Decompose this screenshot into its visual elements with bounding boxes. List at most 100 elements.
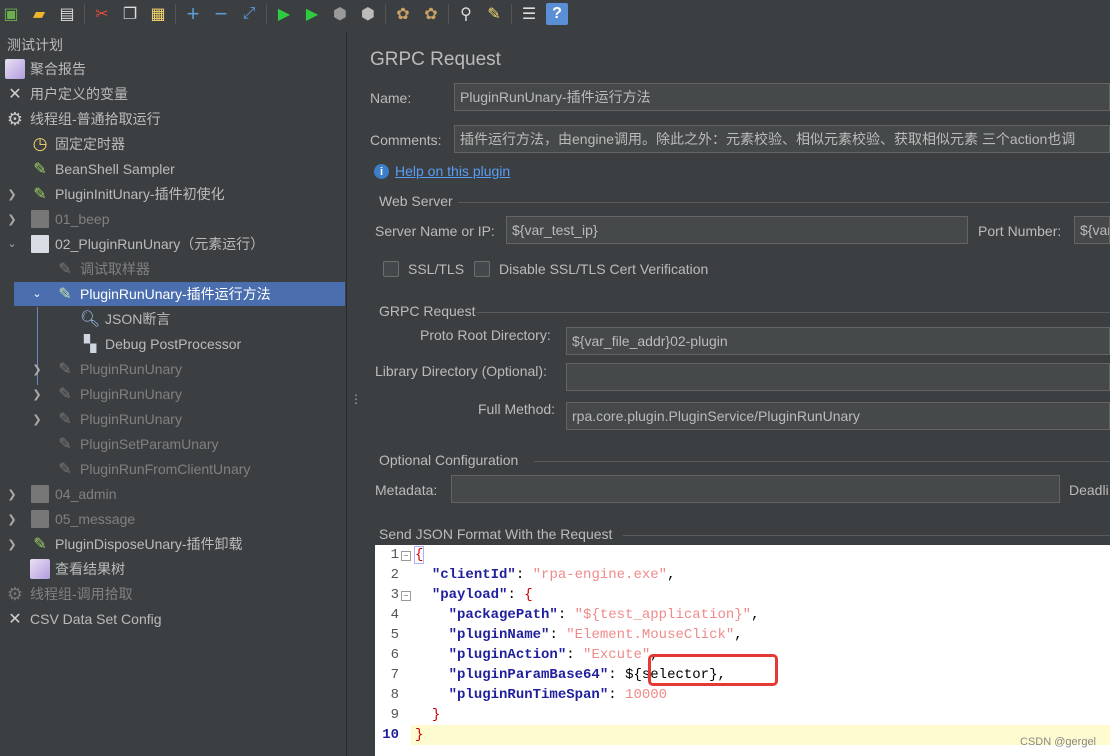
name-field[interactable]: PluginRunUnary-插件运行方法 (454, 83, 1110, 111)
metadata-field[interactable] (451, 475, 1060, 503)
comments-label: Comments: (370, 132, 442, 148)
server-field[interactable]: ${var_test_ip} (506, 216, 968, 244)
tree-node-label: PluginRunUnary-插件运行方法 (80, 286, 271, 302)
expand-arrow-icon[interactable]: ❯ (7, 189, 17, 201)
clear-all-icon[interactable]: ✿ (420, 3, 442, 25)
expand-arrow-icon[interactable]: ❯ (32, 389, 42, 401)
ssl-checkbox[interactable] (383, 261, 399, 277)
tree-node[interactable]: ✎ PluginRunUnary (55, 407, 182, 431)
code-line: "clientId": "rpa-engine.exe", (431, 567, 676, 583)
deadline-label: Deadli (1069, 482, 1109, 498)
save-icon[interactable]: ▤ (56, 3, 78, 25)
expand-arrow-icon[interactable]: ❯ (7, 539, 17, 551)
fold-icon[interactable]: − (401, 551, 411, 561)
json-group-label: Send JSON Format With the Request (379, 526, 613, 542)
tree-node[interactable]: 05_message (30, 507, 135, 531)
tree-node[interactable]: ⚙ 线程组-调用拾取 (5, 582, 133, 606)
tree-node[interactable]: ✕ CSV Data Set Config (5, 607, 161, 631)
tree-node[interactable]: 聚合报告 (5, 57, 86, 81)
start-icon[interactable]: ▶ (273, 3, 295, 25)
sampler-icon: ✎ (58, 286, 72, 303)
page-title: GRPC Request (370, 49, 501, 70)
tree-node[interactable]: ✎ BeanShell Sampler (30, 157, 175, 181)
timer-icon: ◷ (32, 134, 48, 153)
disable-ssl-checkbox[interactable] (474, 261, 490, 277)
tree-node-label: PluginInitUnary-插件初使化 (55, 186, 225, 202)
toggle-icon[interactable]: ⤢ (238, 3, 260, 25)
group-divider (534, 461, 1110, 462)
expand-arrow-icon[interactable]: ❯ (32, 414, 42, 426)
tree-node-label: Debug PostProcessor (105, 336, 242, 352)
tree-node-label: PluginRunUnary (80, 361, 182, 377)
code-line: "payload": { (431, 587, 533, 603)
function-helper-icon[interactable]: ☰ (518, 3, 540, 25)
group-divider (458, 202, 1110, 203)
comments-field[interactable]: 插件运行方法，由engine调用。除此之外：元素校验、相似元素校验、获取相似元素… (454, 125, 1110, 153)
tree-node[interactable]: ✎ 调试取样器 (55, 257, 150, 281)
wrench-icon: ✕ (8, 86, 22, 103)
tree-node[interactable]: ✎ PluginRunUnary (55, 357, 182, 381)
help-icon[interactable]: ? (546, 3, 568, 25)
tree-node[interactable]: ▚ Debug PostProcessor (80, 332, 241, 356)
help-link[interactable]: Help on this plugin (395, 163, 510, 179)
expand-arrow-icon[interactable]: ❯ (32, 364, 42, 376)
paste-icon[interactable]: ▦ (147, 3, 169, 25)
code-line: "pluginName": "Element.MouseClick", (448, 627, 743, 643)
expand-arrow-icon[interactable]: ❯ (7, 214, 17, 226)
code-line: { (413, 546, 425, 564)
collapse-arrow-icon[interactable]: ⌄ (32, 288, 42, 300)
tree-node[interactable]: ✎ PluginRunFromClientUnary (55, 457, 250, 481)
shutdown-icon[interactable]: ⬢ (357, 3, 379, 25)
sampler-icon: ✎ (33, 161, 47, 178)
tree-node[interactable]: 02_PluginRunUnary（元素运行） (30, 232, 264, 256)
grpc-group-label: GRPC Request (379, 303, 476, 319)
collapse-arrow-icon[interactable]: ⌄ (7, 238, 17, 250)
reset-search-icon[interactable]: ✎ (483, 3, 505, 25)
library-dir-label: Library Directory (Optional): (375, 363, 547, 379)
tree-node[interactable]: ⚙ 线程组-普通拾取运行 (5, 107, 161, 131)
tree-node[interactable]: ✕ 用户定义的变量 (5, 82, 128, 106)
tree-node[interactable]: ✎ PluginInitUnary-插件初使化 (30, 182, 225, 206)
line-number: 7 (390, 667, 399, 683)
tree-node[interactable]: ✎ PluginRunUnary (55, 382, 182, 406)
full-method-field[interactable]: rpa.core.plugin.PluginService/PluginRunU… (566, 402, 1110, 430)
expand-arrow-icon[interactable]: ❯ (7, 489, 17, 501)
controller-icon (31, 210, 49, 228)
cut-icon[interactable]: ✂ (91, 3, 113, 25)
tree-node[interactable]: ✎ PluginDisposeUnary-插件卸载 (30, 532, 242, 556)
toolbar-separator (448, 4, 449, 24)
tree-node[interactable]: 查看结果树 (30, 557, 125, 581)
library-dir-field[interactable] (566, 363, 1110, 391)
tree-node-label: PluginSetParamUnary (80, 436, 219, 452)
open-icon[interactable]: ▰ (28, 3, 50, 25)
tree-node-selected[interactable]: ✎ PluginRunUnary-插件运行方法 (14, 282, 345, 306)
tree-node[interactable]: 🔍︎ JSON断言 (80, 307, 171, 331)
tree-node[interactable]: 01_beep (30, 207, 110, 231)
start-no-pause-icon[interactable]: ▶ (301, 3, 323, 25)
toolbar-separator (511, 4, 512, 24)
toolbar: ▣ ▰ ▤ ✂ ❐ ▦ + − ⤢ ▶ ▶ ⬢ ⬢ ✿ ✿ ⚲ ✎ ☰ ? (0, 0, 1110, 28)
port-field[interactable]: ${var_ (1074, 216, 1110, 244)
tree-node[interactable]: ◷ 固定定时器 (30, 132, 125, 156)
copy-icon[interactable]: ❐ (119, 3, 141, 25)
fold-icon[interactable]: − (401, 591, 411, 601)
stop-icon[interactable]: ⬢ (329, 3, 351, 25)
add-icon[interactable]: + (182, 1, 204, 26)
sampler-icon: ✎ (58, 436, 72, 453)
tree-node[interactable]: ✎ PluginSetParamUnary (55, 432, 219, 456)
remove-icon[interactable]: − (210, 1, 232, 26)
search-icon[interactable]: ⚲ (455, 3, 477, 25)
test-plan-tree: 测试计划 聚合报告 ✕ 用户定义的变量 ⚙ 线程组-普通拾取运行 ◷ 固定定时器… (0, 32, 346, 756)
expand-arrow-icon[interactable]: ❯ (7, 514, 17, 526)
tree-node-label: PluginRunUnary (80, 386, 182, 402)
tree-root-label[interactable]: 测试计划 (7, 35, 63, 55)
sampler-icon: ✎ (58, 386, 72, 403)
tree-node-label: 05_message (55, 511, 136, 527)
proto-root-field[interactable]: ${var_file_addr}02-plugin (566, 327, 1110, 355)
json-editor[interactable]: 1 − 2 3 − 4 5 6 7 8 9 10 { "clientId": "… (375, 545, 1110, 756)
tree-node[interactable]: 04_admin (30, 482, 117, 506)
templates-icon[interactable]: ▣ (0, 3, 22, 25)
sampler-icon: ✎ (58, 361, 72, 378)
info-icon: i (374, 164, 389, 179)
clear-icon[interactable]: ✿ (392, 3, 414, 25)
